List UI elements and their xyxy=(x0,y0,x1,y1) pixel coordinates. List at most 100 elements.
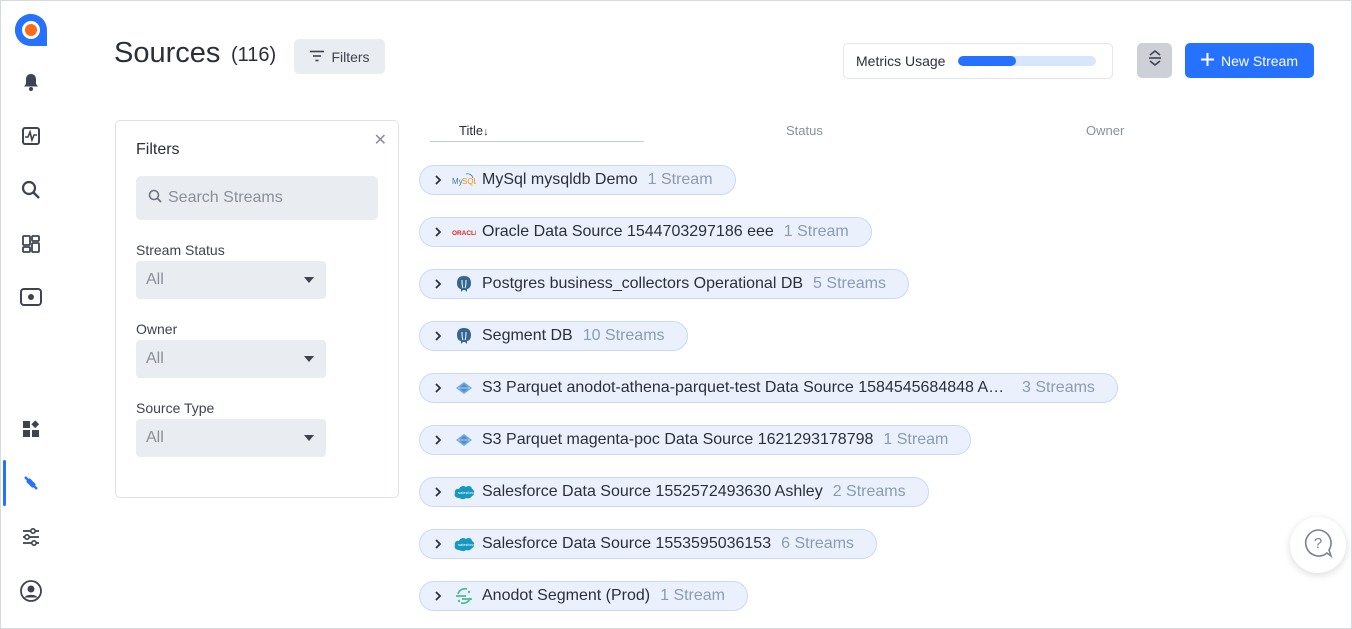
stream-count: 1 Stream xyxy=(660,587,726,604)
widgets-icon[interactable] xyxy=(1,409,61,449)
stream-count: 5 Streams xyxy=(813,275,886,292)
column-title-label: Title xyxy=(459,123,484,138)
source-name: Postgres business_collectors Operational… xyxy=(482,275,804,292)
salesforce-logo-icon: salesforce xyxy=(452,534,476,554)
s3-parquet-logo-icon xyxy=(452,378,476,398)
chevron-right-icon[interactable] xyxy=(432,174,444,186)
source-type-label: Source Type xyxy=(136,400,215,416)
page-title: Sources xyxy=(114,37,221,69)
stream-count: 1 Stream xyxy=(783,223,849,240)
integrations-icon[interactable] xyxy=(1,460,61,506)
owner-select[interactable]: All xyxy=(136,340,326,378)
source-row[interactable]: Anodot Segment (Prod) 1 Stream xyxy=(419,581,749,611)
oracle-logo-icon: ORACLE xyxy=(452,222,476,242)
chevron-right-icon[interactable] xyxy=(432,226,444,238)
user-avatar-icon[interactable] xyxy=(1,571,61,611)
source-name: Oracle Data Source 1544703297186 eee xyxy=(482,223,774,240)
source-name: Salesforce Data Source 1552572493630 Ash… xyxy=(482,483,823,500)
mysql-logo-icon: My SQL xyxy=(452,170,476,190)
column-header-owner[interactable]: Owner xyxy=(1086,123,1124,138)
source-type-select[interactable]: All xyxy=(136,419,326,457)
stream-count: 10 Streams xyxy=(582,327,665,344)
metrics-usage-label: Metrics Usage xyxy=(856,53,946,69)
help-icon: ? xyxy=(1303,528,1333,563)
source-row[interactable]: S3 Parquet anodot-athena-parquet-test Da… xyxy=(419,373,1118,403)
source-name: S3 Parquet magenta-poc Data Source 16212… xyxy=(482,431,874,448)
stream-count: 2 Streams xyxy=(832,483,906,500)
filters-panel: Filters ✕ Stream Status All Owner All So… xyxy=(115,120,399,498)
source-name: Segment DB xyxy=(482,327,573,344)
search-streams-field[interactable] xyxy=(136,176,378,220)
source-row[interactable]: ORACLE Oracle Data Source 1544703297186 e… xyxy=(419,217,872,247)
anodot-logo-icon[interactable] xyxy=(13,12,49,48)
metrics-usage-bar xyxy=(958,56,1097,66)
alerts-icon[interactable] xyxy=(1,62,61,102)
caret-down-icon xyxy=(304,277,314,283)
sort-down-icon: ↓ xyxy=(483,126,489,138)
source-name: Salesforce Data Source 1553595036153 xyxy=(482,535,772,552)
column-header-title[interactable]: Title↓ xyxy=(459,123,489,138)
chevron-right-icon[interactable] xyxy=(432,590,444,602)
close-icon[interactable]: ✕ xyxy=(374,130,387,150)
owner-label: Owner xyxy=(136,321,178,337)
stream-count: 3 Streams xyxy=(1022,379,1095,396)
filters-toggle-button[interactable]: Filters xyxy=(294,39,385,74)
chevron-right-icon[interactable] xyxy=(432,434,444,446)
dashboards-icon[interactable] xyxy=(1,224,61,264)
filter-icon xyxy=(309,49,325,65)
chevron-right-icon[interactable] xyxy=(432,538,444,550)
salesforce-logo-icon: salesforce xyxy=(452,482,476,502)
source-name: Anodot Segment (Prod) xyxy=(482,587,651,604)
sources-count: (116) xyxy=(231,44,277,66)
left-nav xyxy=(1,1,61,628)
stream-status-select[interactable]: All xyxy=(136,261,326,299)
owner-value: All xyxy=(146,350,164,367)
source-name: S3 Parquet anodot-athena-parquet-test Da… xyxy=(482,379,1012,396)
stream-count: 1 Stream xyxy=(883,431,949,448)
stream-count: 1 Stream xyxy=(647,171,713,188)
search-streams-input[interactable] xyxy=(168,189,368,207)
svg-text:salesforce: salesforce xyxy=(458,490,475,495)
source-row[interactable]: salesforce Salesforce Data Source 1552572… xyxy=(419,477,929,507)
source-type-value: All xyxy=(146,429,164,446)
source-name: MySql mysqldb Demo xyxy=(482,171,638,188)
s3-parquet-logo-icon xyxy=(452,430,476,450)
filters-button-label: Filters xyxy=(331,48,370,65)
metrics-usage-fill xyxy=(958,56,1017,66)
source-row[interactable]: S3 Parquet magenta-poc Data Source 16212… xyxy=(419,425,972,455)
source-row[interactable]: My SQL MySql mysqldb Demo 1 Stream xyxy=(419,165,736,195)
segment-logo-icon xyxy=(452,586,476,606)
settings-icon[interactable] xyxy=(1,517,61,557)
activity-icon[interactable] xyxy=(1,116,61,156)
postgres-logo-icon xyxy=(452,274,476,294)
help-button[interactable]: ? xyxy=(1290,517,1346,573)
postgres-logo-icon xyxy=(452,326,476,346)
chevron-right-icon[interactable] xyxy=(432,486,444,498)
svg-text:?: ? xyxy=(1314,535,1322,552)
stream-status-label: Stream Status xyxy=(136,242,225,258)
svg-text:salesforce: salesforce xyxy=(458,542,475,547)
source-row[interactable]: salesforce Salesforce Data Source 1553595… xyxy=(419,529,878,559)
chevron-right-icon[interactable] xyxy=(432,278,444,290)
expand-collapse-button[interactable] xyxy=(1137,43,1172,78)
column-title-underline xyxy=(430,141,644,142)
monitor-icon[interactable] xyxy=(1,277,61,317)
stream-status-value: All xyxy=(146,271,164,288)
new-stream-label: New Stream xyxy=(1220,52,1299,69)
svg-text:SQL: SQL xyxy=(462,177,476,186)
chevron-right-icon[interactable] xyxy=(432,330,444,342)
filters-panel-title: Filters xyxy=(136,141,180,158)
search-icon[interactable] xyxy=(1,170,61,210)
source-row[interactable]: Postgres business_collectors Operational… xyxy=(419,269,909,299)
expand-collapse-icon xyxy=(1147,49,1163,72)
stream-count: 6 Streams xyxy=(781,535,855,552)
svg-text:ORACLE: ORACLE xyxy=(452,230,476,237)
caret-down-icon xyxy=(304,356,314,362)
new-stream-button[interactable]: New Stream xyxy=(1185,43,1314,78)
plus-icon xyxy=(1200,52,1214,69)
chevron-right-icon[interactable] xyxy=(432,382,444,394)
search-icon xyxy=(148,189,162,208)
metrics-usage[interactable]: Metrics Usage xyxy=(843,43,1113,79)
column-header-status[interactable]: Status xyxy=(786,123,823,138)
source-row[interactable]: Segment DB 10 Streams xyxy=(419,321,688,351)
